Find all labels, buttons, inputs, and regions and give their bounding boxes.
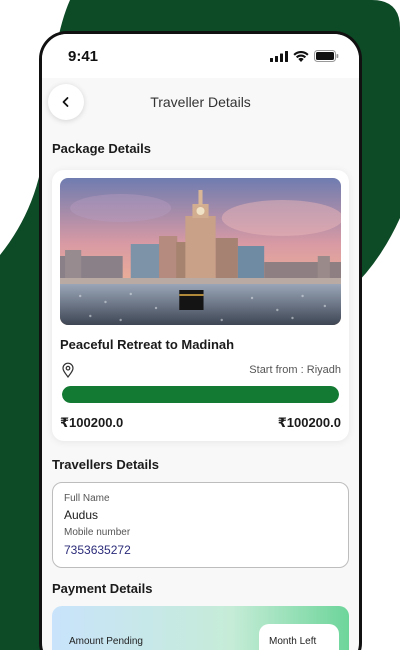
- month-left-badge: Month Left: [259, 624, 339, 650]
- price-paid: ₹100200.0: [60, 415, 124, 430]
- app-screen: 9:41 Traveller Details Package Details P…: [42, 34, 359, 650]
- price-row: ₹100200.0 ₹100200.0: [60, 415, 341, 431]
- package-card[interactable]: Peaceful Retreat to Madinah Start from :…: [52, 170, 349, 441]
- price-total: ₹100200.0: [277, 415, 341, 430]
- status-icons: [270, 50, 339, 62]
- package-name: Peaceful Retreat to Madinah: [60, 337, 235, 352]
- page-title: Traveller Details: [150, 94, 251, 110]
- mobile-number-label: Mobile number: [64, 527, 131, 538]
- status-time: 9:41: [68, 47, 99, 65]
- travellers-section-title: Travellers Details: [52, 457, 159, 472]
- signal-icon: [270, 50, 288, 62]
- payment-section-title: Payment Details: [52, 581, 153, 596]
- location-pin-icon: [62, 362, 74, 378]
- back-button[interactable]: [48, 84, 84, 120]
- phone-frame: 9:41 Traveller Details Package Details P…: [39, 31, 362, 650]
- status-bar: 9:41: [42, 34, 359, 78]
- traveller-card[interactable]: Full Name Audus Mobile number 7353635272: [52, 482, 349, 568]
- start-location: Start from : Riyadh: [249, 364, 341, 376]
- battery-icon: [314, 50, 339, 62]
- full-name-value: Audus: [64, 508, 99, 522]
- payment-progress-bar: [62, 386, 339, 403]
- back-arrow-icon: [62, 97, 69, 107]
- nav-bar: Traveller Details: [42, 78, 359, 126]
- mobile-number-value[interactable]: 7353635272: [64, 543, 337, 557]
- amount-pending-label: Amount Pending: [69, 636, 143, 647]
- wifi-icon: [293, 50, 309, 62]
- package-section-title: Package Details: [52, 141, 152, 156]
- full-name-label: Full Name: [64, 493, 110, 504]
- payment-card: Amount Pending Month Left: [52, 606, 349, 650]
- month-left-label: Month Left: [269, 636, 317, 647]
- payment-progress-fill: [62, 386, 339, 403]
- package-image: [60, 178, 341, 325]
- location-row: Start from : Riyadh: [60, 362, 341, 378]
